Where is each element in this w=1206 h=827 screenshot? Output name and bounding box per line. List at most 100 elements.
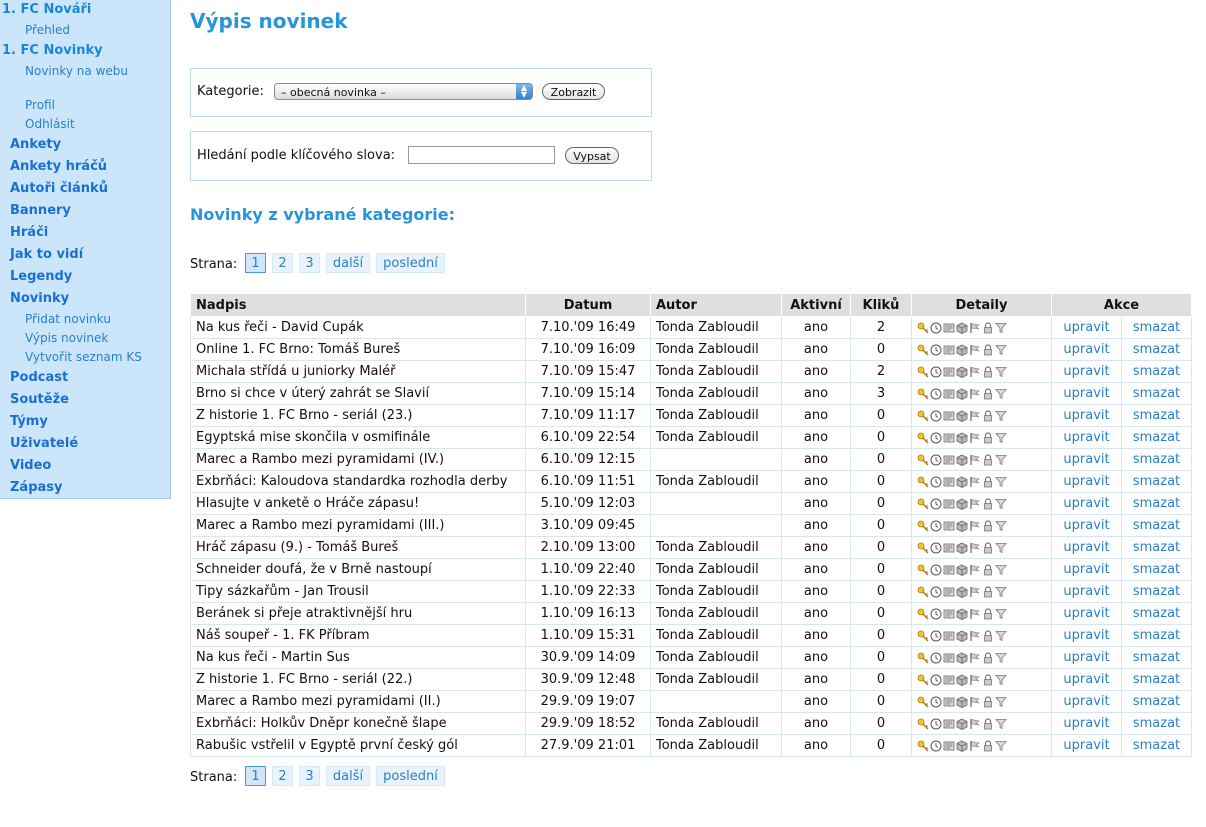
key-icon[interactable] (917, 498, 929, 510)
box-icon[interactable] (956, 718, 968, 730)
lock-icon[interactable] (982, 453, 994, 466)
filter-icon[interactable] (995, 718, 1007, 730)
box-icon[interactable] (956, 674, 968, 686)
filter-icon[interactable] (995, 454, 1007, 466)
clock-icon[interactable] (930, 564, 942, 576)
delete-link[interactable]: smazat (1120, 602, 1193, 625)
sidebar-item-pridat-novinku[interactable]: Přidat novinku (25, 312, 111, 326)
lock-icon[interactable] (982, 739, 994, 752)
col-header-title[interactable]: Nadpis (190, 293, 526, 317)
col-header-clicks[interactable]: Kliků (850, 293, 912, 317)
delete-link[interactable]: smazat (1120, 426, 1193, 449)
card-icon[interactable] (943, 674, 955, 686)
lock-icon[interactable] (982, 673, 994, 686)
clock-icon[interactable] (930, 344, 942, 356)
card-icon[interactable] (943, 718, 955, 730)
lock-icon[interactable] (982, 651, 994, 664)
clock-icon[interactable] (930, 740, 942, 752)
sidebar-item-novinky[interactable]: Novinky (10, 291, 69, 306)
filter-icon[interactable] (995, 520, 1007, 532)
box-icon[interactable] (956, 476, 968, 488)
pager-page-3[interactable]: 3 (299, 253, 320, 273)
filter-icon[interactable] (995, 652, 1007, 664)
key-icon[interactable] (917, 454, 929, 466)
pager-last[interactable]: poslední (376, 766, 445, 786)
delete-link[interactable]: smazat (1120, 624, 1193, 647)
edit-link[interactable]: upravit (1051, 448, 1122, 471)
card-icon[interactable] (943, 564, 955, 576)
card-icon[interactable] (943, 630, 955, 642)
box-icon[interactable] (956, 542, 968, 554)
flag-icon[interactable] (969, 520, 981, 532)
delete-link[interactable]: smazat (1120, 536, 1193, 559)
flag-icon[interactable] (969, 586, 981, 598)
key-icon[interactable] (917, 542, 929, 554)
clock-icon[interactable] (930, 586, 942, 598)
category-select[interactable]: – obecná novinka – ▲ ▼ (274, 83, 533, 100)
filter-icon[interactable] (995, 740, 1007, 752)
delete-link[interactable]: smazat (1120, 646, 1193, 669)
keyword-search-input[interactable] (408, 146, 555, 164)
list-button[interactable]: Vypsat (565, 147, 619, 164)
card-icon[interactable] (943, 696, 955, 708)
lock-icon[interactable] (982, 431, 994, 444)
edit-link[interactable]: upravit (1051, 646, 1122, 669)
lock-icon[interactable] (982, 475, 994, 488)
edit-link[interactable]: upravit (1051, 734, 1122, 757)
flag-icon[interactable] (969, 696, 981, 708)
clock-icon[interactable] (930, 388, 942, 400)
sidebar-item-vytvorit-seznam-ks[interactable]: Vytvořit seznam KS (25, 350, 142, 364)
box-icon[interactable] (956, 586, 968, 598)
flag-icon[interactable] (969, 388, 981, 400)
flag-icon[interactable] (969, 432, 981, 444)
card-icon[interactable] (943, 498, 955, 510)
lock-icon[interactable] (982, 541, 994, 554)
filter-icon[interactable] (995, 344, 1007, 356)
filter-icon[interactable] (995, 322, 1007, 334)
box-icon[interactable] (956, 564, 968, 576)
lock-icon[interactable] (982, 387, 994, 400)
sidebar-item-zapasy[interactable]: Zápasy (10, 480, 63, 495)
flag-icon[interactable] (969, 718, 981, 730)
flag-icon[interactable] (969, 608, 981, 620)
delete-link[interactable]: smazat (1120, 316, 1193, 339)
edit-link[interactable]: upravit (1051, 316, 1122, 339)
edit-link[interactable]: upravit (1051, 514, 1122, 537)
card-icon[interactable] (943, 454, 955, 466)
card-icon[interactable] (943, 608, 955, 620)
clock-icon[interactable] (930, 718, 942, 730)
key-icon[interactable] (917, 476, 929, 488)
key-icon[interactable] (917, 520, 929, 532)
pager-page-3[interactable]: 3 (299, 766, 320, 786)
sidebar-item-legendy[interactable]: Legendy (10, 269, 72, 284)
card-icon[interactable] (943, 542, 955, 554)
lock-icon[interactable] (982, 585, 994, 598)
edit-link[interactable]: upravit (1051, 580, 1122, 603)
card-icon[interactable] (943, 740, 955, 752)
delete-link[interactable]: smazat (1120, 558, 1193, 581)
delete-link[interactable]: smazat (1120, 404, 1193, 427)
card-icon[interactable] (943, 586, 955, 598)
delete-link[interactable]: smazat (1120, 668, 1193, 691)
lock-icon[interactable] (982, 519, 994, 532)
card-icon[interactable] (943, 366, 955, 378)
pager-next[interactable]: další (326, 253, 370, 273)
edit-link[interactable]: upravit (1051, 338, 1122, 361)
delete-link[interactable]: smazat (1120, 492, 1193, 515)
edit-link[interactable]: upravit (1051, 712, 1122, 735)
key-icon[interactable] (917, 718, 929, 730)
lock-icon[interactable] (982, 563, 994, 576)
delete-link[interactable]: smazat (1120, 470, 1193, 493)
flag-icon[interactable] (969, 498, 981, 510)
lock-icon[interactable] (982, 409, 994, 422)
card-icon[interactable] (943, 410, 955, 422)
delete-link[interactable]: smazat (1120, 690, 1193, 713)
sidebar-item-podcast[interactable]: Podcast (10, 370, 68, 385)
clock-icon[interactable] (930, 410, 942, 422)
clock-icon[interactable] (930, 696, 942, 708)
sidebar-item-odhlasit[interactable]: Odhlásit (25, 117, 75, 131)
delete-link[interactable]: smazat (1120, 382, 1193, 405)
edit-link[interactable]: upravit (1051, 668, 1122, 691)
card-icon[interactable] (943, 476, 955, 488)
flag-icon[interactable] (969, 322, 981, 334)
